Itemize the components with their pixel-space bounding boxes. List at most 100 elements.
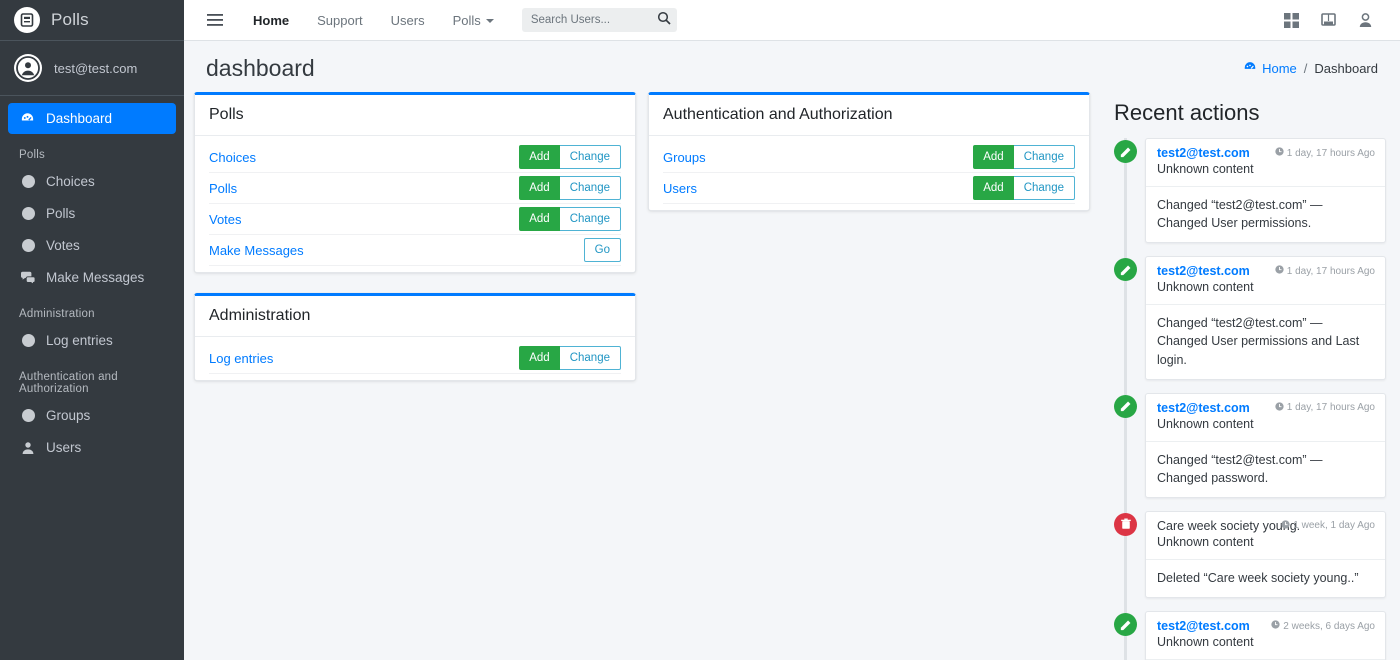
model-link-make-messages[interactable]: Make Messages — [209, 243, 304, 258]
sidebar-item-label: Dashboard — [46, 111, 113, 126]
model-link-log-entries[interactable]: Log entries — [209, 351, 273, 366]
edit-pencil-icon — [1114, 394, 1137, 418]
breadcrumb: Home / Dashboard — [1243, 60, 1378, 77]
sidebar-nav: Dashboard Polls Choices Polls Votes Make… — [0, 96, 184, 660]
column-right: Recent actions 1 day, 17 hours Ago test2… — [1102, 92, 1386, 660]
clock-icon — [1275, 265, 1284, 277]
timeline-content-type: Unknown content — [1157, 635, 1254, 649]
dashboard-speedometer-icon — [19, 111, 36, 126]
user-email: test@test.com — [54, 60, 138, 76]
sidebar-item-label: Choices — [46, 174, 95, 189]
breadcrumb-separator: / — [1303, 61, 1308, 76]
sidebar-item-groups[interactable]: Groups — [8, 400, 176, 431]
change-button[interactable]: Change — [559, 175, 621, 201]
timestamp: 1 week, 1 day Ago — [1281, 520, 1375, 532]
sidebar-item-choices[interactable]: Choices — [8, 166, 176, 197]
timestamp-label: 1 day, 17 hours Ago — [1286, 147, 1375, 159]
add-button[interactable]: Add — [519, 144, 560, 170]
topnav-link-users[interactable]: Users — [377, 7, 439, 34]
clock-icon — [1281, 520, 1290, 532]
model-row: Make Messages Go — [209, 235, 621, 266]
top-navbar: Home Support Users Polls — [184, 0, 1400, 41]
sidebar-item-label: Users — [46, 440, 82, 455]
sidebar-item-log-entries[interactable]: Log entries — [8, 325, 176, 356]
circle-icon — [19, 409, 36, 422]
card-title: Polls — [195, 95, 635, 136]
timeline-message: Deleted “Care week society young..” — [1146, 558, 1385, 597]
timeline-card: 1 day, 17 hours Ago test2@test.com Unkno… — [1145, 256, 1386, 380]
topnav-link-support[interactable]: Support — [303, 7, 377, 34]
change-button[interactable]: Change — [559, 206, 621, 232]
timeline-card-header: 2 weeks, 6 days Ago test2@test.com Unkno… — [1146, 612, 1385, 659]
add-button[interactable]: Add — [519, 345, 560, 371]
list-item: 1 day, 17 hours Ago test2@test.com Unkno… — [1114, 256, 1386, 380]
timeline-content-type: Unknown content — [1157, 416, 1254, 431]
sidebar: Polls test@test.com Dashboard Polls Choi… — [0, 0, 184, 660]
sidebar-header-polls: Polls — [19, 149, 45, 161]
breadcrumb-home-label: Home — [1262, 61, 1297, 76]
user-circle-icon — [14, 54, 42, 82]
user-account-icon[interactable] — [1358, 12, 1373, 28]
topnav-link-polls-label: Polls — [452, 12, 481, 28]
chat-bubbles-icon — [19, 271, 36, 285]
model-row: Polls Add Change — [209, 173, 621, 204]
card-title: Administration — [195, 296, 635, 337]
sidebar-item-label: Groups — [46, 408, 91, 423]
model-row: Log entries Add Change — [209, 343, 621, 374]
search-box[interactable] — [521, 8, 677, 32]
timestamp: 1 day, 17 hours Ago — [1275, 401, 1375, 414]
add-button[interactable]: Add — [973, 175, 1014, 201]
hamburger-icon[interactable] — [197, 9, 233, 31]
recent-actions-title: Recent actions — [1114, 100, 1260, 125]
model-link-polls[interactable]: Polls — [209, 181, 237, 196]
search-input[interactable] — [530, 14, 651, 26]
topnav-link-home[interactable]: Home — [239, 7, 303, 34]
timeline-content-type: Unknown content — [1157, 280, 1254, 295]
add-button[interactable]: Add — [973, 144, 1014, 170]
sidebar-item-users[interactable]: Users — [8, 432, 176, 463]
timeline-message: Changed “test2@test.com” — Changed User … — [1146, 186, 1385, 242]
model-link-users[interactable]: Users — [663, 181, 697, 196]
card-title: Authentication and Authorization — [649, 95, 1089, 136]
sidebar-item-dashboard[interactable]: Dashboard — [8, 103, 176, 134]
column-left: Polls Choices Add Change Polls Add Chang… — [194, 92, 636, 660]
user-panel[interactable]: test@test.com — [0, 41, 184, 96]
timestamp-label: 1 day, 17 hours Ago — [1286, 402, 1375, 414]
clock-icon — [1275, 147, 1284, 159]
timeline-card-header: 1 week, 1 day Ago Care week society youn… — [1146, 512, 1385, 559]
model-link-groups[interactable]: Groups — [663, 150, 706, 165]
book-icon[interactable] — [1321, 12, 1336, 28]
timeline-card-header: 1 day, 17 hours Ago test2@test.com Unkno… — [1146, 257, 1385, 304]
go-button[interactable]: Go — [583, 237, 621, 263]
edit-pencil-icon — [1114, 258, 1137, 282]
model-link-choices[interactable]: Choices — [209, 150, 256, 165]
model-row: Users Add Change — [663, 173, 1075, 204]
change-button[interactable]: Change — [559, 345, 621, 371]
topnav-link-polls[interactable]: Polls — [439, 7, 508, 34]
breadcrumb-home-link[interactable]: Home — [1243, 60, 1297, 77]
row-actions: Add Change — [973, 144, 1075, 170]
change-button[interactable]: Change — [559, 144, 621, 170]
content-body: Polls Choices Add Change Polls Add Chang… — [184, 92, 1400, 660]
timeline-card-header: 1 day, 17 hours Ago test2@test.com Unkno… — [1146, 394, 1385, 441]
content-header: dashboard Home / Dashboard — [184, 41, 1400, 92]
brand[interactable]: Polls — [0, 0, 184, 41]
change-button[interactable]: Change — [1013, 144, 1075, 170]
search-icon[interactable] — [657, 11, 671, 30]
model-link-votes[interactable]: Votes — [209, 212, 242, 227]
change-button[interactable]: Change — [1013, 175, 1075, 201]
sidebar-item-make-messages[interactable]: Make Messages — [8, 262, 176, 293]
card-body: Choices Add Change Polls Add Change Vote… — [195, 136, 635, 272]
sidebar-item-votes[interactable]: Votes — [8, 230, 176, 261]
timeline-content-type: Unknown content — [1157, 534, 1254, 549]
grid-apps-icon[interactable] — [1284, 12, 1299, 28]
add-button[interactable]: Add — [519, 206, 560, 232]
add-button[interactable]: Add — [519, 175, 560, 201]
column-middle: Authentication and Authorization Groups … — [648, 92, 1090, 660]
timestamp-label: 2 weeks, 6 days Ago — [1283, 620, 1375, 632]
app-card-polls: Polls Choices Add Change Polls Add Chang… — [194, 92, 636, 273]
sidebar-item-polls[interactable]: Polls — [8, 198, 176, 229]
app-card-administration: Administration Log entries Add Change — [194, 293, 636, 381]
timeline-message: Changed “test2@test.com” — Changed User … — [1146, 304, 1385, 378]
sidebar-item-label: Make Messages — [46, 270, 145, 285]
